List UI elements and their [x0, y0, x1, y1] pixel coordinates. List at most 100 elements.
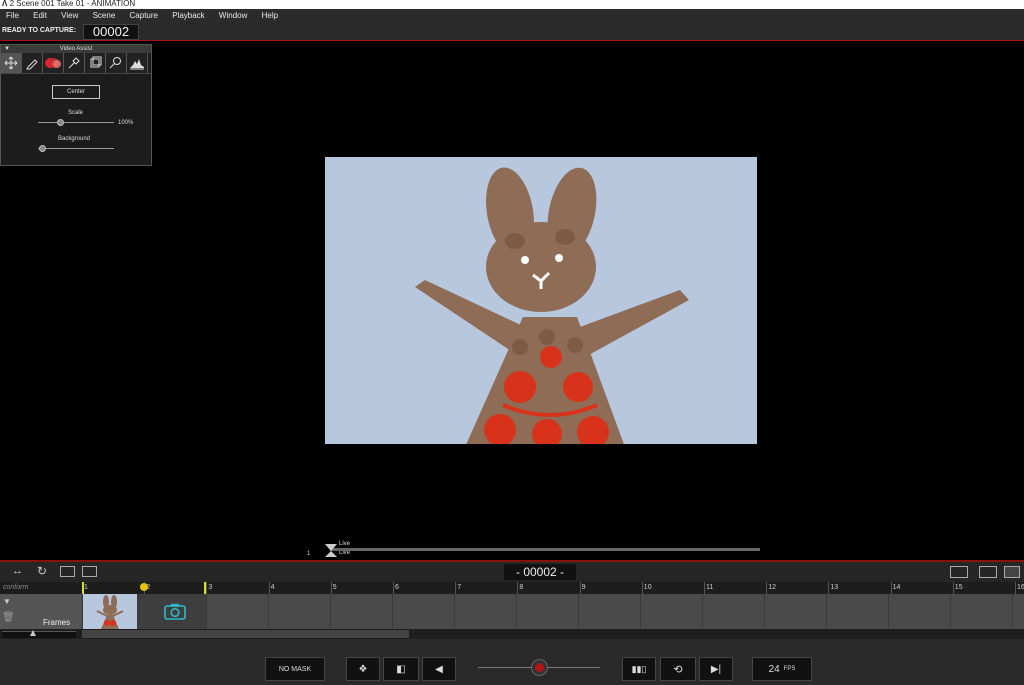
ruler-tick: 14	[892, 584, 901, 591]
menu-capture[interactable]: Capture	[124, 9, 164, 23]
playback-controls: NO MASK ❖ ◧ ◀ ▮▮▯ ⟲ ▶| 24 FPS	[0, 642, 1024, 685]
ruler-tick-line	[641, 582, 643, 594]
ruler-tick: 16	[1017, 584, 1024, 591]
scale-slider-track[interactable]	[38, 122, 114, 123]
empty-frame-cell[interactable]	[454, 594, 517, 629]
empty-frame-cell[interactable]	[1012, 594, 1024, 629]
empty-frame-cell[interactable]	[268, 594, 331, 629]
video-assist-panel: ▼ Video Assist Center Scale 100% Backgro…	[0, 44, 152, 166]
background-slider-track[interactable]	[38, 148, 114, 149]
empty-frame-cell[interactable]	[516, 594, 579, 629]
out-marker[interactable]	[204, 582, 206, 594]
fit-width-icon[interactable]: ↔	[12, 565, 23, 577]
crop-icon	[90, 56, 102, 68]
compare-icon: ▮▮▯	[631, 663, 647, 674]
menu-window[interactable]: Window	[213, 9, 253, 23]
ruler-tick: 11	[706, 584, 714, 591]
video-assist-header[interactable]: ▼ Video Assist	[1, 45, 151, 53]
compare-button[interactable]: ▮▮▯	[622, 657, 656, 681]
video-camera-icon: ◧	[396, 663, 406, 675]
menu-file[interactable]: File	[0, 9, 25, 23]
mask-button[interactable]: NO MASK	[265, 657, 325, 681]
timeline-scroll-area	[0, 629, 1024, 639]
empty-frame-cell[interactable]	[888, 594, 951, 629]
empty-frame-cell[interactable]	[702, 594, 765, 629]
previous-frame-button[interactable]: ◀	[422, 657, 456, 681]
scale-value: 100%	[118, 120, 134, 126]
background-label: Background	[58, 136, 91, 142]
frame-thumbnail[interactable]	[82, 594, 137, 629]
refresh-icon[interactable]: ↻	[37, 564, 47, 578]
empty-frame-cell[interactable]	[764, 594, 827, 629]
zoom-slider[interactable]	[2, 631, 76, 638]
playhead-marker[interactable]	[140, 583, 148, 591]
list-view-icon[interactable]	[1004, 566, 1020, 578]
live-slider-track[interactable]	[330, 548, 760, 551]
ruler-tick-line	[890, 582, 892, 594]
camera-icon	[164, 603, 186, 620]
menu-scene[interactable]: Scene	[87, 9, 122, 23]
ruler-tick: 9	[581, 584, 586, 591]
ruler-tick-line	[704, 582, 705, 594]
fps-selector[interactable]: 24 FPS	[752, 657, 812, 681]
grid-view-icon[interactable]	[82, 566, 97, 577]
empty-frame-cell[interactable]	[392, 594, 455, 629]
ruler-tick-line	[1015, 582, 1016, 594]
timeline-scrollbar[interactable]	[82, 630, 409, 638]
scale-slider-handle[interactable]	[57, 119, 64, 126]
empty-frame-cell[interactable]	[578, 594, 641, 629]
empty-frame-cell[interactable]	[826, 594, 889, 629]
menu-playback[interactable]: Playback	[166, 9, 210, 23]
filmstrip-view-icon[interactable]	[950, 566, 968, 578]
ruler-tick: 15	[954, 584, 963, 591]
play-button[interactable]: ▶|	[699, 657, 733, 681]
onion-skin-tool[interactable]	[43, 53, 64, 73]
empty-frame-cell[interactable]	[206, 594, 269, 629]
live-slider-handle-icon[interactable]	[323, 542, 339, 558]
magnifier-tool[interactable]	[106, 53, 127, 73]
split-view-icon[interactable]	[979, 566, 997, 578]
empty-frame-cell[interactable]	[950, 594, 1013, 629]
track-collapse-icon[interactable]: ▼	[3, 597, 11, 606]
empty-frame-cell[interactable]	[640, 594, 703, 629]
histogram-tool[interactable]	[127, 53, 148, 73]
ruler-tick-line	[206, 582, 208, 594]
loop-button[interactable]: ⟲	[660, 657, 696, 681]
eyedropper-icon	[68, 57, 80, 69]
eyedropper-tool[interactable]	[64, 53, 85, 73]
diamond-icon: ❖	[358, 663, 368, 675]
in-marker[interactable]	[82, 582, 84, 594]
capture-status-bar: READY TO CAPTURE: 00002	[0, 23, 1024, 41]
pencil-tool[interactable]	[22, 53, 43, 73]
camera-mode-button[interactable]: ◧	[383, 657, 419, 681]
ruler-tick-line	[268, 582, 270, 594]
ruler-tick-line	[455, 582, 457, 594]
ruler-tick: 4	[270, 584, 275, 591]
frame-view-icon[interactable]	[60, 566, 75, 577]
layer-name: conform	[3, 584, 29, 591]
capture-slot[interactable]	[137, 594, 206, 629]
center-button[interactable]: Center	[52, 85, 100, 99]
live-slider[interactable]: Live Live 1	[305, 540, 765, 560]
move-tool[interactable]	[1, 53, 22, 73]
video-assist-toolbar	[1, 53, 151, 74]
app-logo-icon: Λ	[2, 0, 8, 8]
playback-slider-handle[interactable]	[531, 659, 548, 676]
menu-help[interactable]: Help	[256, 9, 284, 23]
zoom-slider-handle[interactable]	[30, 630, 36, 636]
timeline-ruler[interactable]: conform 1 2 3 4 5 6 7 8 9 10 11 12 13 14 15 16	[0, 582, 1024, 594]
track-header: ▼ 🗑 Frames	[0, 594, 81, 629]
ruler-tick: 5	[332, 584, 337, 591]
trash-icon[interactable]: 🗑	[2, 612, 15, 623]
onion-toggle-button[interactable]: ❖	[346, 657, 380, 681]
bunny-puppet-image	[325, 157, 757, 444]
ruler-tick: 8	[519, 584, 524, 591]
histogram-icon	[130, 59, 144, 70]
collapse-icon[interactable]: ▼	[4, 45, 10, 53]
empty-frame-cell[interactable]	[330, 594, 393, 629]
menu-view[interactable]: View	[55, 9, 84, 23]
crop-tool[interactable]	[85, 53, 106, 73]
fps-unit: FPS	[783, 666, 796, 672]
menu-edit[interactable]: Edit	[27, 9, 53, 23]
background-slider-handle[interactable]	[39, 145, 46, 152]
